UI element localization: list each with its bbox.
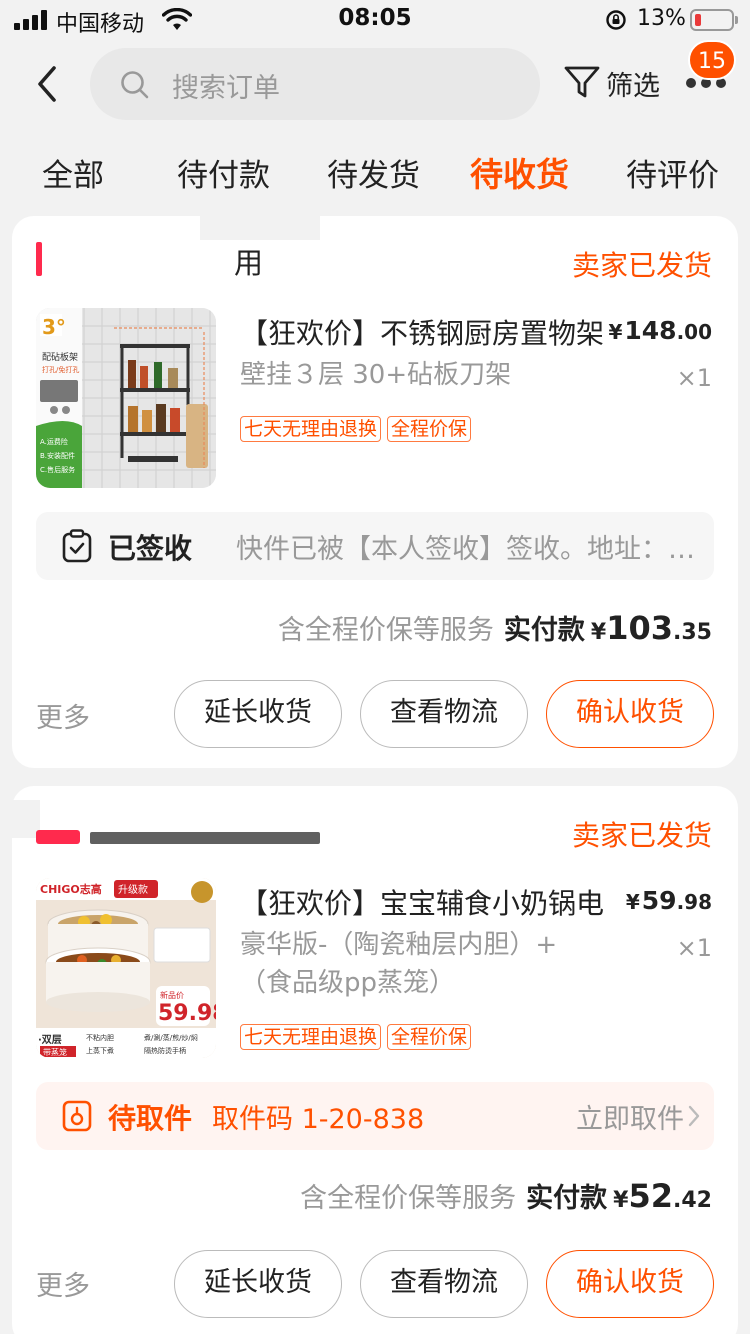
product-thumbnail[interactable]: CHIGO志高 升级款 新品价 59.98 ·双层 带蒸笼 不粘内胆 煮/涮/蒸…	[36, 878, 216, 1058]
product-thumbnail[interactable]: 3° 配砧板架 打孔/免打孔 A.运费险 B.安装配件 C.售后服务	[36, 308, 216, 488]
clipboard-check-icon	[62, 529, 92, 563]
tab-all[interactable]: 全部	[42, 150, 104, 195]
thumb-feature-4: 隔热防烫手柄	[144, 1046, 186, 1055]
tab-pending-review[interactable]: 待评价	[626, 150, 719, 195]
shipping-status: 卖家已发货	[571, 819, 712, 852]
shipping-status: 卖家已发货	[571, 249, 712, 282]
tag-seven-day-return: 七天无理由退换	[240, 1024, 382, 1050]
shop-name-redacted	[90, 832, 320, 844]
confirm-receipt-button[interactable]: 确认收货	[546, 1250, 714, 1318]
parcel-locker-icon	[62, 1100, 92, 1132]
payment-summary: 含全程价保等服务 实付款 ¥103.35	[277, 609, 712, 647]
thumb-feature-a: A.运费险	[40, 437, 68, 446]
extend-receipt-button[interactable]: 延长收货	[174, 680, 342, 748]
pickup-bar[interactable]: 待取件 取件码 1-20-838 立即取件	[36, 1082, 714, 1150]
pickup-code: 取件码 1-20-838	[212, 1104, 425, 1135]
tag-seven-day-return: 七天无理由退换	[240, 416, 382, 442]
notification-badge: 15	[688, 40, 736, 80]
thumb-price: 59.98	[158, 1001, 216, 1026]
paid-label: 实付款	[503, 615, 585, 646]
thumb-feature-2: 煮/涮/蒸/煎/炒/焖	[144, 1033, 198, 1042]
thumb-line2: 打孔/免打孔	[42, 365, 79, 374]
paid-amount: 103	[606, 609, 674, 647]
logistics-bar[interactable]: 已签收 快件已被【本人签收】签收。地址：…	[36, 512, 714, 580]
chevron-right-icon	[688, 1105, 700, 1127]
thumb-line1: 配砧板架	[42, 351, 78, 363]
status-bar: 中国移动 08:05 13%	[0, 0, 750, 42]
thumb-feature-b: B.安装配件	[40, 451, 75, 460]
payment-summary: 含全程价保等服务 实付款 ¥52.42	[300, 1177, 712, 1215]
tab-pending-payment[interactable]: 待付款	[177, 150, 270, 195]
view-logistics-button[interactable]: 查看物流	[360, 680, 528, 748]
tab-pending-shipment[interactable]: 待发货	[327, 150, 420, 195]
paid-amount: 52	[628, 1177, 674, 1215]
thumb-brand: CHIGO志高	[40, 882, 102, 896]
back-arrow-icon[interactable]	[32, 62, 68, 106]
product-spec: 豪华版-（陶瓷釉层内胆）+（食品级pp蒸笼）	[240, 930, 558, 998]
more-link[interactable]: 更多	[36, 696, 90, 735]
filter-icon[interactable]	[562, 62, 602, 102]
order-card: 卖家已发货 CHIGO志高 升级款 新品价 59.98 ·双层 带	[12, 786, 738, 1334]
product-quantity: ×1	[676, 934, 712, 962]
search-placeholder: 搜索订单	[172, 73, 280, 104]
product-title[interactable]: 【狂欢价】宝宝辅食小奶锅电	[240, 882, 612, 922]
shop-logo	[36, 830, 80, 844]
extend-receipt-button[interactable]: 延长收货	[174, 1250, 342, 1318]
thumb-feature-3: 上蒸下煮	[86, 1046, 114, 1055]
battery-icon	[690, 9, 738, 31]
order-card: 用 卖家已发货 3° 配砧板架 打孔/免打孔 A.运费险 B.安装配件 C.售后…	[12, 216, 738, 768]
battery-percent: 13%	[637, 6, 686, 31]
service-text: 含全程价保等服务	[300, 1183, 517, 1214]
logistics-detail: 快件已被【本人签收】签收。地址：…	[236, 534, 695, 565]
thumb-feature-1: 不粘内胆	[86, 1033, 114, 1042]
shop-name[interactable]: 用	[234, 240, 263, 282]
more-link[interactable]: 更多	[36, 1264, 90, 1303]
pickup-now-link[interactable]: 立即取件	[576, 1097, 684, 1136]
view-logistics-button[interactable]: 查看物流	[360, 1250, 528, 1318]
product-spec: 壁挂３层 30+砧板刀架	[240, 360, 512, 390]
service-text: 含全程价保等服务	[277, 615, 494, 646]
search-icon	[121, 71, 149, 99]
tab-pending-receipt[interactable]: 待收货	[470, 148, 569, 196]
thumb-feature-c: C.售后服务	[40, 465, 75, 474]
thumb-upgrade: 升级款	[118, 883, 148, 896]
service-tags: 七天无理由退换 全程价保	[240, 416, 477, 442]
thumb-price-tag: 新品价	[160, 990, 184, 1000]
filter-button[interactable]: 筛选	[606, 64, 660, 103]
product-title[interactable]: 【狂欢价】不锈钢厨房置物架	[240, 312, 612, 352]
product-image: 3° 配砧板架 打孔/免打孔 A.运费险 B.安装配件 C.售后服务	[36, 308, 216, 488]
confirm-receipt-button[interactable]: 确认收货	[546, 680, 714, 748]
pickup-status: 待取件	[108, 1102, 193, 1135]
thumb-steamer: 带蒸笼	[43, 1047, 67, 1057]
product-price: ¥59.98	[625, 886, 712, 915]
tag-price-protection: 全程价保	[387, 1024, 472, 1050]
thumb-layers: ·双层	[38, 1034, 62, 1046]
thumb-badge: 3°	[42, 315, 66, 339]
paid-label: 实付款	[526, 1183, 608, 1214]
tag-price-protection: 全程价保	[387, 416, 472, 442]
product-quantity: ×1	[676, 364, 712, 392]
search-input[interactable]: 搜索订单	[90, 48, 540, 120]
shop-logo	[36, 242, 42, 276]
product-price: ¥148.00	[608, 316, 712, 345]
order-tabs: 全部 待付款 待发货 待收货 待评价	[0, 150, 750, 200]
logistics-status: 已签收	[108, 532, 193, 565]
product-image: CHIGO志高 升级款 新品价 59.98 ·双层 带蒸笼 不粘内胆 煮/涮/蒸…	[36, 878, 216, 1058]
service-tags: 七天无理由退换 全程价保	[240, 1024, 477, 1050]
rotation-lock-icon	[606, 10, 626, 30]
